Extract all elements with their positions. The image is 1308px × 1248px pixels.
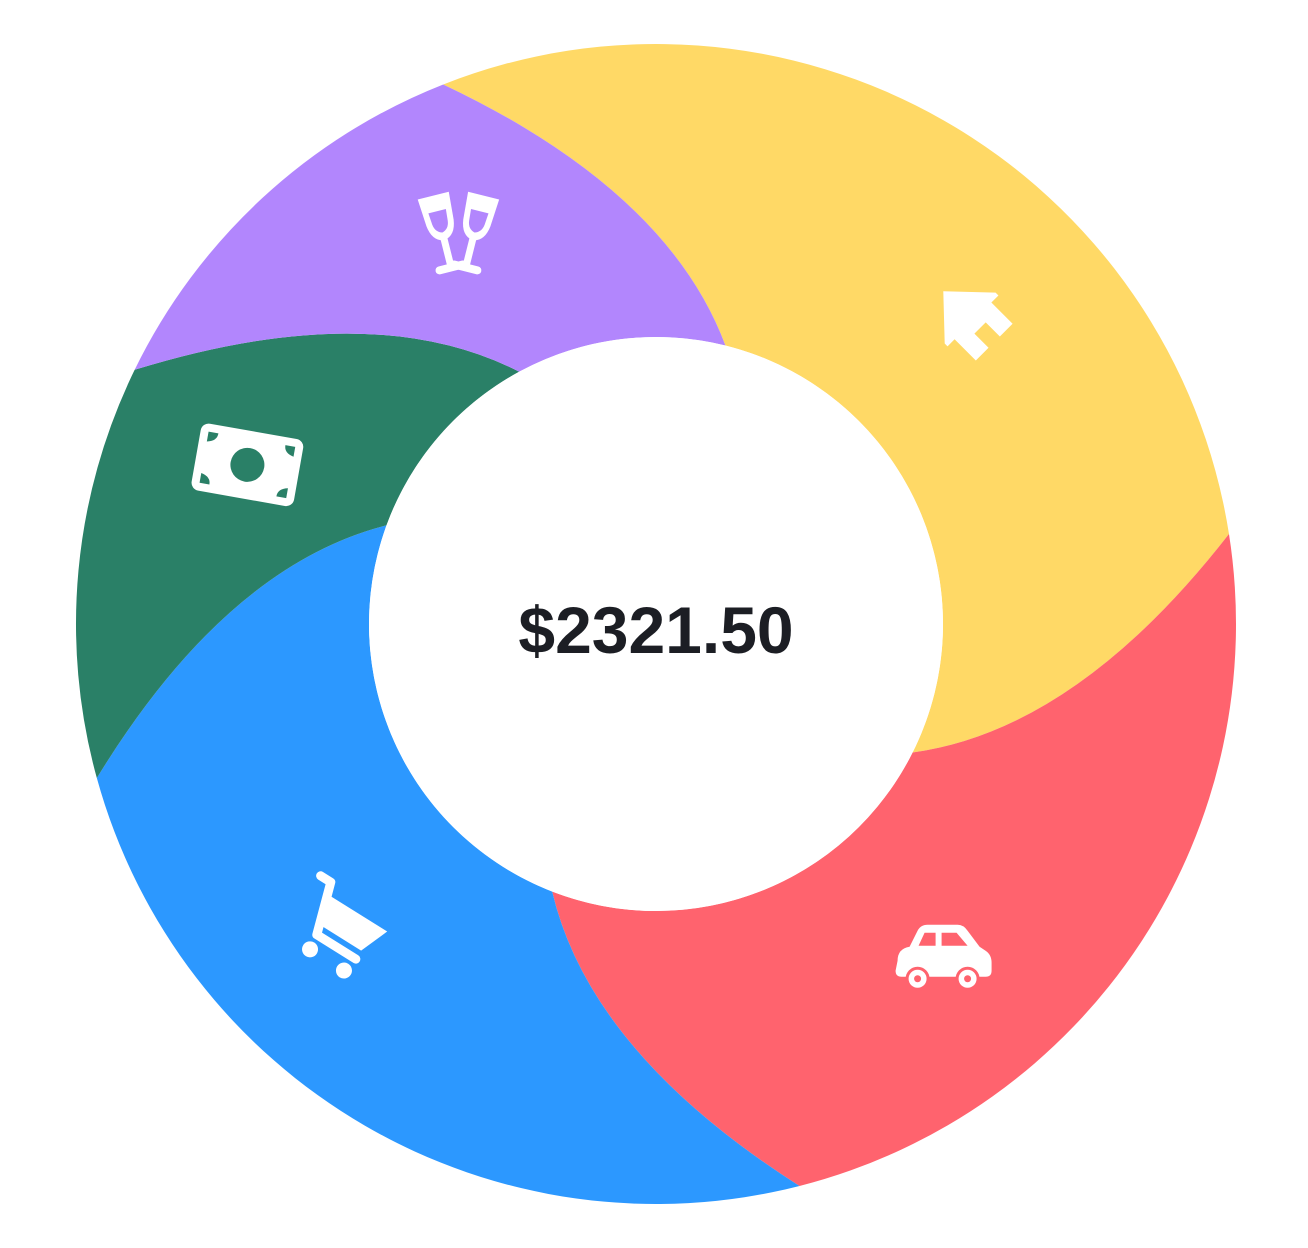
total-amount: $2321.50 [518,593,793,667]
expense-donut-chart: $2321.50 [75,43,1237,1205]
